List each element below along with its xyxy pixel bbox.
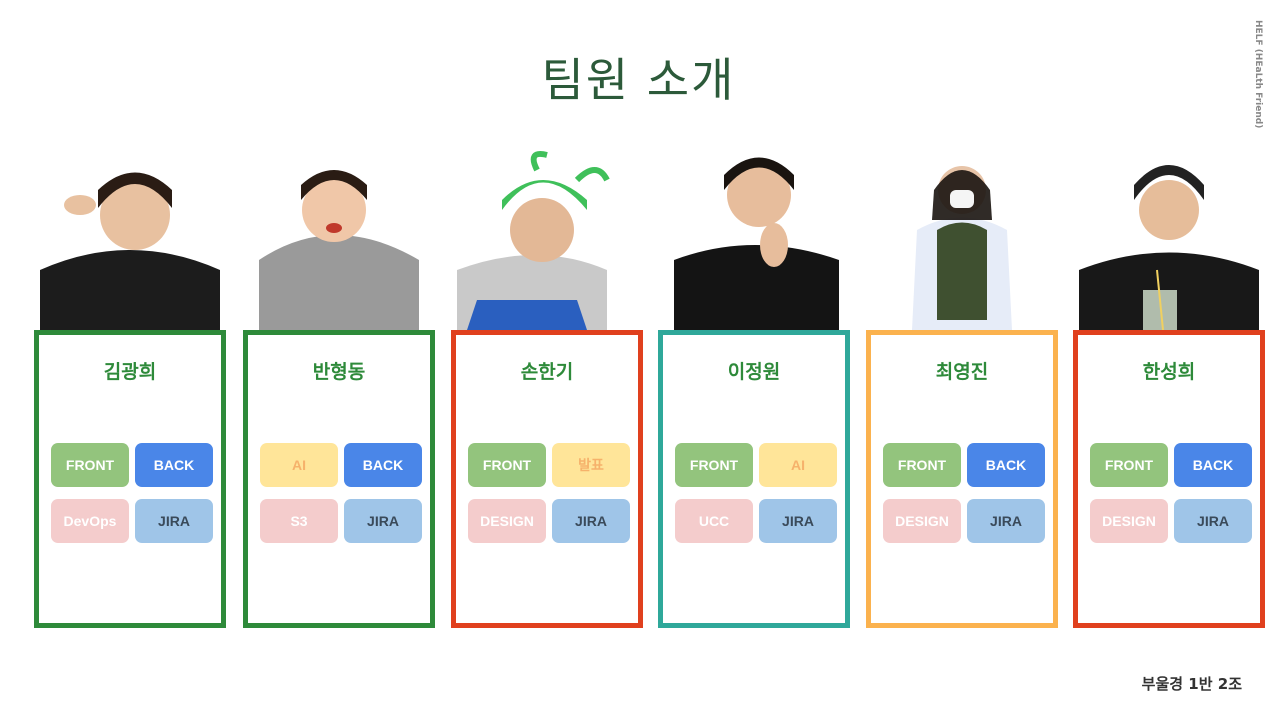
tag-front: FRONT bbox=[1090, 443, 1168, 487]
member-card-2: 반형동 AI BACK S3 JIRA bbox=[243, 140, 435, 630]
tag-front: FRONT bbox=[468, 443, 546, 487]
member-photo bbox=[249, 150, 429, 330]
tag-front: FRONT bbox=[883, 443, 961, 487]
member-card-3: 손한기 FRONT 발표 DESIGN JIRA bbox=[451, 140, 643, 630]
member-card-6: 한성희 FRONT BACK DESIGN JIRA bbox=[1073, 140, 1265, 630]
tag-jira: JIRA bbox=[967, 499, 1045, 543]
tag-design: DESIGN bbox=[883, 499, 961, 543]
tag-jira: JIRA bbox=[1174, 499, 1252, 543]
tag-back: BACK bbox=[1174, 443, 1252, 487]
tag-jira: JIRA bbox=[135, 499, 213, 543]
member-card-5: 최영진 FRONT BACK DESIGN JIRA bbox=[866, 140, 1058, 630]
member-name: 한성희 bbox=[1142, 361, 1196, 383]
tag-ai: AI bbox=[260, 443, 338, 487]
member-info-card: 최영진 FRONT BACK DESIGN JIRA bbox=[866, 330, 1058, 628]
tag-ai: AI bbox=[759, 443, 837, 487]
member-card-4: 이정원 FRONT AI UCC JIRA bbox=[658, 140, 850, 630]
member-photo bbox=[40, 150, 220, 330]
member-info-card: 손한기 FRONT 발표 DESIGN JIRA bbox=[451, 330, 643, 628]
member-name: 손한기 bbox=[520, 361, 574, 383]
tag-ucc: UCC bbox=[675, 499, 753, 543]
member-info-card: 이정원 FRONT AI UCC JIRA bbox=[658, 330, 850, 628]
tag-s3: S3 bbox=[260, 499, 338, 543]
tag-design: DESIGN bbox=[1090, 499, 1168, 543]
project-side-label: HELF (HEaLth Friend) bbox=[1253, 20, 1263, 129]
member-name: 김광희 bbox=[103, 361, 157, 383]
tag-jira: JIRA bbox=[552, 499, 630, 543]
member-photo bbox=[1079, 150, 1259, 330]
tag-jira: JIRA bbox=[759, 499, 837, 543]
tag-back: BACK bbox=[135, 443, 213, 487]
member-info-card: 한성희 FRONT BACK DESIGN JIRA bbox=[1073, 330, 1265, 628]
tag-jira: JIRA bbox=[344, 499, 422, 543]
tag-presentation: 발표 bbox=[552, 443, 630, 487]
page-title: 팀원 소개 bbox=[541, 53, 736, 107]
tag-front: FRONT bbox=[51, 443, 129, 487]
member-photo bbox=[872, 150, 1052, 330]
member-name: 이정원 bbox=[727, 361, 781, 383]
tag-devops: DevOps bbox=[51, 499, 129, 543]
member-info-card: 반형동 AI BACK S3 JIRA bbox=[243, 330, 435, 628]
team-label: 부울경 1반 2조 bbox=[1141, 675, 1242, 693]
member-name: 반형동 bbox=[312, 361, 366, 383]
member-name: 최영진 bbox=[935, 361, 989, 383]
tag-front: FRONT bbox=[675, 443, 753, 487]
member-photo bbox=[664, 150, 844, 330]
member-photo bbox=[457, 150, 637, 330]
member-card-1: 김광희 FRONT BACK DevOps JIRA bbox=[34, 140, 226, 630]
tag-back: BACK bbox=[967, 443, 1045, 487]
member-info-card: 김광희 FRONT BACK DevOps JIRA bbox=[34, 330, 226, 628]
tag-back: BACK bbox=[344, 443, 422, 487]
tag-design: DESIGN bbox=[468, 499, 546, 543]
